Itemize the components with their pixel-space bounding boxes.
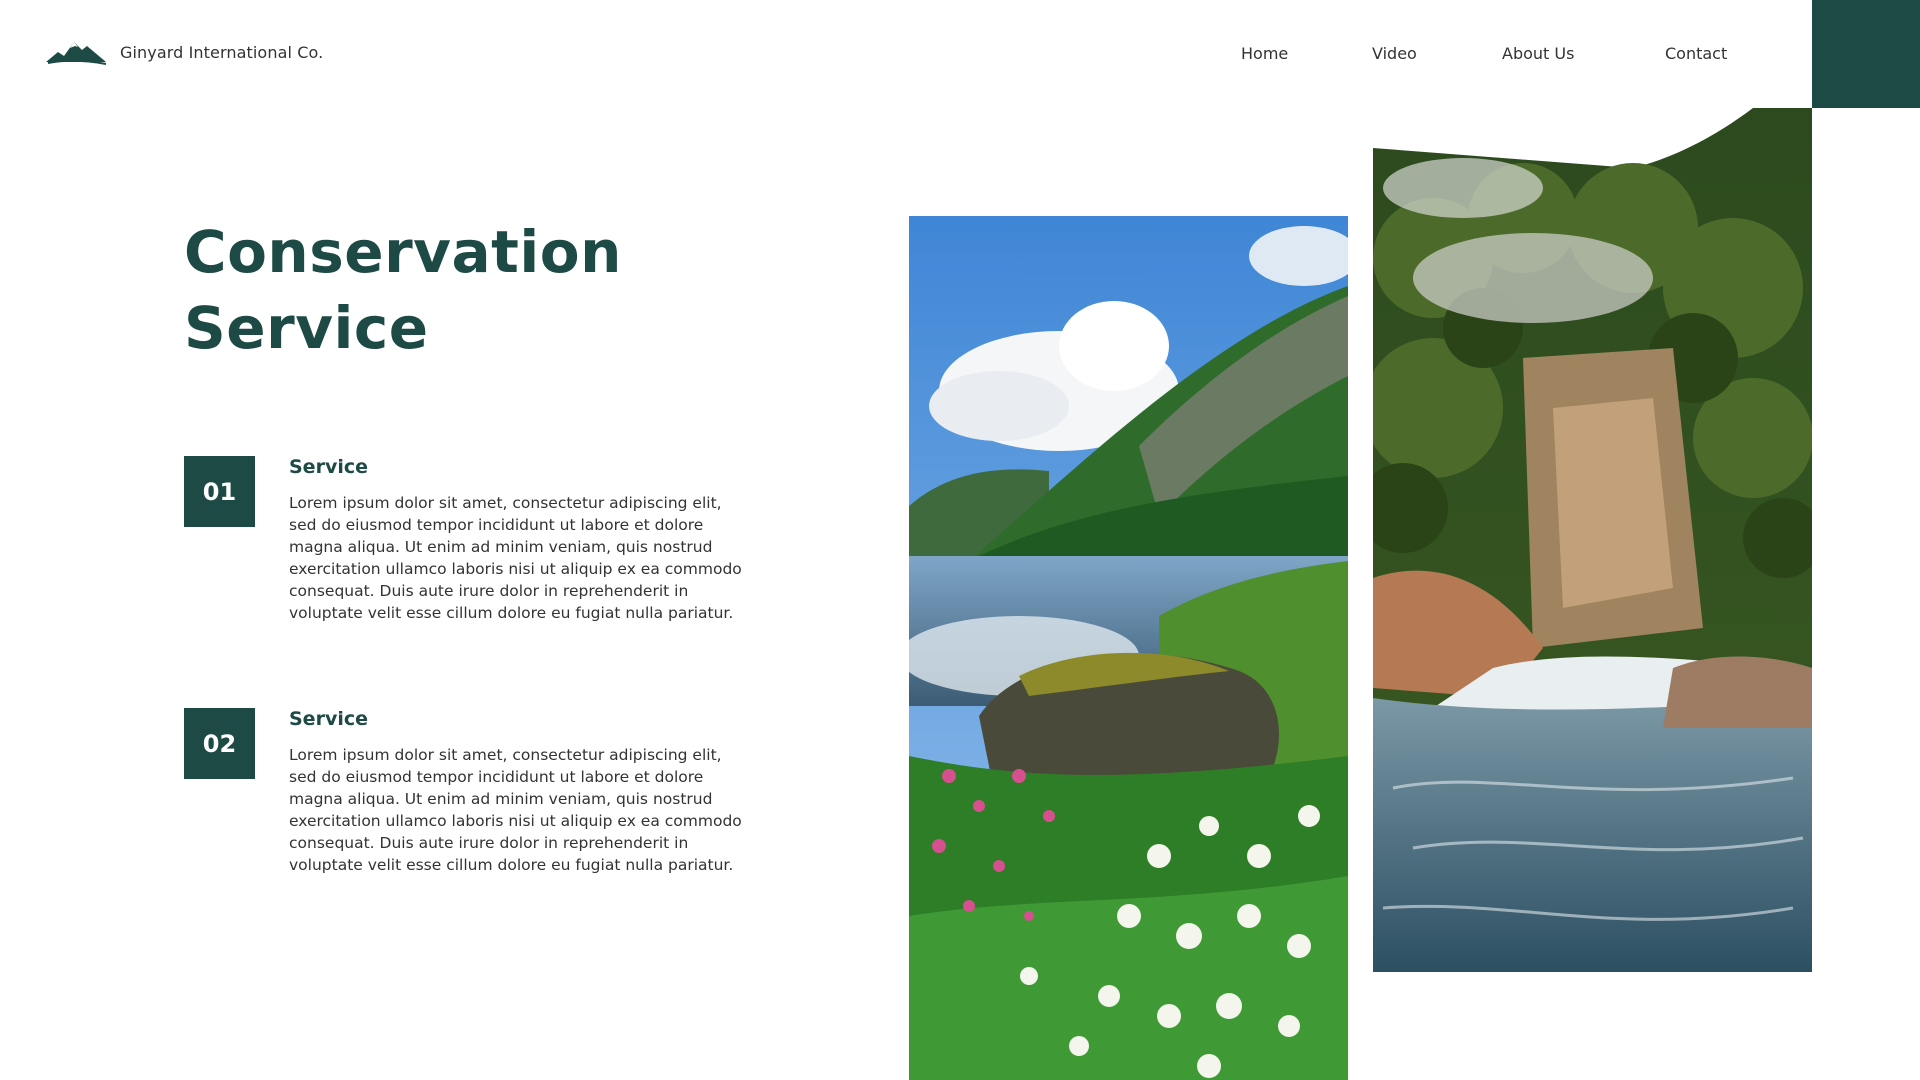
service-number-badge: 02 (184, 708, 255, 779)
service-heading: Service (289, 456, 368, 478)
waterfall-forest-photo (1373, 108, 1812, 972)
nav-item-about-us[interactable]: About Us (1502, 44, 1574, 63)
nav-item-home[interactable]: Home (1241, 44, 1288, 63)
main-nav: Home Video About Us Contact (0, 44, 1920, 64)
page-title: Conservation Service (184, 218, 622, 362)
service-heading: Service (289, 708, 368, 730)
service-number-badge: 01 (184, 456, 255, 527)
lake-landscape-photo (909, 216, 1348, 1080)
service-description: Lorem ipsum dolor sit amet, consectetur … (289, 494, 742, 622)
corner-accent-block (1812, 0, 1920, 108)
service-description: Lorem ipsum dolor sit amet, consectetur … (289, 746, 742, 874)
nav-item-contact[interactable]: Contact (1665, 44, 1727, 63)
nav-item-video[interactable]: Video (1372, 44, 1417, 63)
